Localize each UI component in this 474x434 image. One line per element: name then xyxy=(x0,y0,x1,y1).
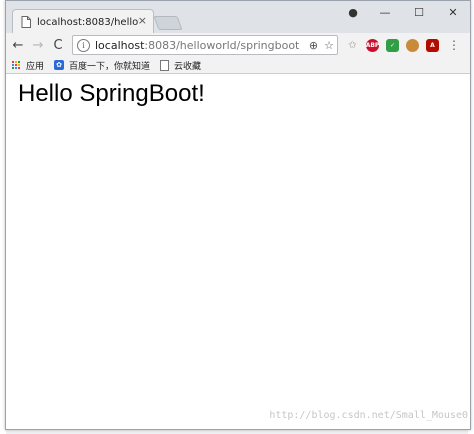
url-host: localhost xyxy=(95,38,145,52)
shield-extension-icon[interactable]: ✓ xyxy=(386,38,399,52)
browser-toolbar: ← → C i localhost:8083/helloworld/spring… xyxy=(6,33,470,57)
tab-close-icon[interactable]: × xyxy=(138,15,147,27)
maximize-button[interactable]: ☐ xyxy=(402,1,436,23)
title-bar: localhost:8083/hellowo × ● — ☐ ✕ xyxy=(6,1,470,34)
apps-grid-dot xyxy=(18,60,20,63)
apps-grid-dot xyxy=(15,66,17,69)
page-content: Hello SpringBoot! http://blog.csdn.net/S… xyxy=(6,74,470,422)
apps-grid-dot xyxy=(15,63,17,66)
document-icon xyxy=(21,16,31,28)
adblock-plus-icon[interactable]: ABP xyxy=(366,38,379,52)
page-icon xyxy=(160,59,170,71)
browser-window: localhost:8083/hellowo × ● — ☐ ✕ ← → C i… xyxy=(5,0,471,430)
cookie-extension-icon[interactable] xyxy=(406,38,419,52)
reload-button[interactable]: C xyxy=(48,35,68,55)
forward-button[interactable]: → xyxy=(28,35,48,55)
apps-grid-dot xyxy=(15,60,17,63)
bookmark-cloud-label: 云收藏 xyxy=(174,61,202,72)
bookmark-cloud[interactable]: 云收藏 xyxy=(160,59,201,72)
apps-grid-dot xyxy=(12,60,14,63)
info-icon[interactable]: i xyxy=(77,38,90,52)
bookmark-baidu-label: 百度一下，你就知道 xyxy=(69,61,151,72)
page-heading: Hello SpringBoot! xyxy=(18,80,205,107)
profile-icon[interactable]: ● xyxy=(338,1,368,23)
address-bar-actions: ⊕ ☆ xyxy=(309,36,334,54)
url-path: :8083/helloworld/springboot xyxy=(144,38,300,52)
tab-title: localhost:8083/hellowo xyxy=(37,16,139,28)
minimize-button[interactable]: — xyxy=(368,1,402,23)
close-window-button[interactable]: ✕ xyxy=(436,1,470,23)
new-tab-button[interactable] xyxy=(153,16,183,30)
watermark: http://blog.csdn.net/Small_Mouse0 xyxy=(269,410,468,421)
bookmark-baidu[interactable]: ✿ 百度一下，你就知道 xyxy=(54,59,150,72)
zoom-icon[interactable]: ⊕ xyxy=(309,39,318,52)
browser-tab[interactable]: localhost:8083/hellowo × xyxy=(12,9,154,34)
pdf-extension-icon[interactable]: A xyxy=(426,38,439,52)
apps-grid-dot xyxy=(12,66,14,69)
menu-icon[interactable]: ⋮ xyxy=(448,39,460,51)
extension-icons: ✩ ABP ✓ A ⋮ xyxy=(346,38,460,52)
baidu-paw-icon: ✿ xyxy=(54,60,65,70)
bookmark-apps[interactable]: 应用 xyxy=(12,59,44,72)
window-controls: ● — ☐ ✕ xyxy=(338,1,470,23)
screen: localhost:8083/hellowo × ● — ☐ ✕ ← → C i… xyxy=(0,0,474,434)
bookmark-apps-label: 应用 xyxy=(26,61,45,72)
apps-grid-dot xyxy=(12,63,14,66)
bookmarks-bar: 应用 ✿ 百度一下，你就知道 云收藏 xyxy=(6,57,470,74)
pin-extension-icon[interactable]: ✩ xyxy=(346,39,359,52)
apps-grid-dot xyxy=(18,66,20,69)
apps-grid-dot xyxy=(18,63,20,66)
bookmark-star-icon[interactable]: ☆ xyxy=(324,39,334,52)
apps-grid-icon xyxy=(12,60,21,70)
address-bar[interactable]: i localhost:8083/helloworld/springboot ⊕… xyxy=(72,35,338,55)
back-button[interactable]: ← xyxy=(8,35,28,55)
